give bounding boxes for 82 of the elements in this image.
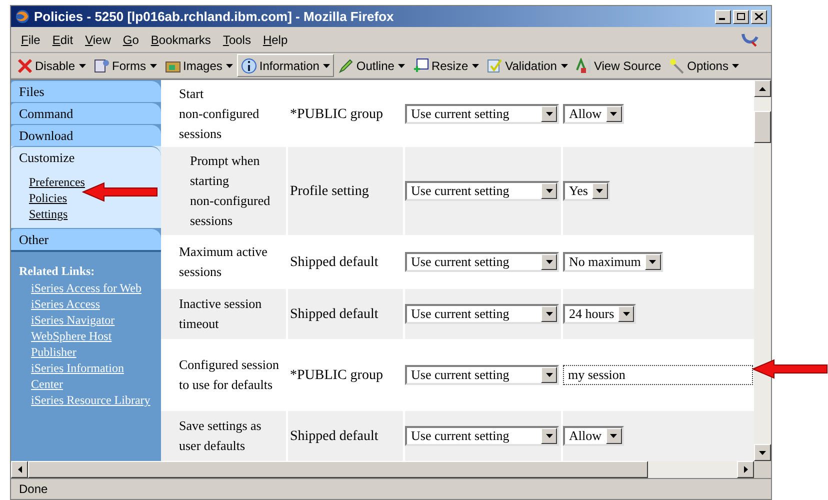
down-arrow-icon bbox=[759, 450, 766, 454]
toolbar-button[interactable]: Images bbox=[161, 54, 238, 77]
up-arrow-icon bbox=[759, 86, 766, 90]
setting-source: Shipped default bbox=[290, 428, 378, 446]
setting-label: Inactive session timeout bbox=[179, 295, 263, 333]
sidebar-link[interactable]: Settings bbox=[29, 206, 68, 222]
caret-icon bbox=[649, 260, 656, 264]
menu-item[interactable]: View bbox=[79, 30, 117, 48]
caret-icon bbox=[610, 112, 617, 116]
info-icon bbox=[241, 58, 258, 74]
menu-item[interactable]: Edit bbox=[46, 30, 80, 48]
action-select[interactable]: Use current setting bbox=[405, 426, 559, 446]
menu-item[interactable]: File bbox=[15, 30, 46, 48]
form-icon bbox=[94, 58, 110, 74]
window-title: Policies - 5250 [lp016ab.rchland.ibm.com] - Mozilla Firefox bbox=[34, 8, 394, 26]
toolbar-button[interactable]: Options bbox=[665, 54, 744, 77]
right-arrow-icon bbox=[744, 466, 748, 473]
scroll-thumb[interactable] bbox=[754, 111, 771, 143]
setting-source: Shipped default bbox=[290, 306, 378, 324]
toolbar-button[interactable]: Validation bbox=[483, 54, 572, 77]
toolbar-button[interactable]: Resize bbox=[409, 54, 484, 77]
menu-item[interactable]: Help bbox=[256, 30, 294, 48]
menu-item[interactable]: Go bbox=[116, 30, 145, 48]
value-select[interactable]: 24 hours bbox=[563, 304, 636, 324]
setting-label: Prompt when starting non-configured sessions bbox=[189, 152, 272, 230]
vertical-scrollbar[interactable] bbox=[754, 80, 771, 461]
caret-icon bbox=[546, 189, 552, 193]
wand-icon bbox=[669, 58, 686, 74]
pencil-icon bbox=[338, 58, 354, 74]
action-select[interactable]: Use current setting bbox=[405, 104, 559, 124]
maximize-button[interactable] bbox=[733, 10, 749, 24]
menu-item[interactable]: Tools bbox=[216, 30, 257, 48]
close-icon bbox=[755, 13, 763, 20]
value-select[interactable]: Allow bbox=[563, 426, 624, 446]
sidebar-tab[interactable]: Files bbox=[11, 80, 161, 102]
caret-icon bbox=[546, 312, 552, 316]
toolbar-button[interactable]: Forms bbox=[90, 54, 162, 77]
toolbar-button[interactable]: Outline bbox=[334, 54, 410, 77]
setting-label: Save settings as user defaults bbox=[179, 417, 262, 455]
toolbar-button[interactable]: Information bbox=[237, 54, 334, 77]
sidebar-tab[interactable]: Other bbox=[11, 228, 161, 250]
action-select[interactable]: Use current setting bbox=[405, 304, 559, 324]
resize-icon bbox=[413, 58, 430, 74]
setting-source: Profile setting bbox=[290, 182, 369, 200]
setting-source: *PUBLIC group bbox=[290, 106, 383, 124]
close-button[interactable] bbox=[751, 10, 767, 24]
setting-source: *PUBLIC group bbox=[290, 366, 383, 384]
maximize-icon bbox=[737, 13, 745, 20]
action-select[interactable]: Use current setting bbox=[405, 181, 559, 201]
minimize-button[interactable] bbox=[715, 10, 731, 24]
horizontal-scrollbar[interactable] bbox=[11, 461, 754, 478]
status-text: Done bbox=[19, 481, 48, 498]
value-select[interactable]: Yes bbox=[563, 181, 610, 201]
caret-icon bbox=[546, 112, 552, 116]
sidebar-tab[interactable]: Command bbox=[11, 102, 161, 124]
toolbar-button[interactable]: Disable bbox=[13, 54, 90, 77]
value-field[interactable]: my session bbox=[563, 365, 753, 385]
caret-icon bbox=[596, 189, 604, 193]
setting-label: Maximum active sessions bbox=[179, 243, 268, 281]
toolbar-button[interactable]: View Source bbox=[572, 54, 666, 77]
action-select[interactable]: Use current setting bbox=[405, 252, 559, 272]
checkmark-icon bbox=[487, 58, 504, 74]
action-select[interactable]: Use current setting bbox=[405, 365, 559, 385]
source-icon bbox=[576, 58, 592, 74]
value-select[interactable]: No maximum bbox=[563, 252, 663, 272]
sidebar-link[interactable]: Policies bbox=[29, 190, 67, 206]
sidebar-tab[interactable]: Download bbox=[11, 124, 161, 146]
setting-label: Start non-configured sessions bbox=[179, 85, 260, 143]
globe-icon bbox=[15, 9, 30, 24]
setting-label: Configured session to use for defaults bbox=[179, 356, 280, 394]
left-arrow-icon bbox=[18, 466, 22, 473]
caret-icon bbox=[610, 434, 617, 438]
caret-icon bbox=[546, 373, 552, 377]
caret-icon bbox=[546, 260, 552, 264]
related-links-heading: Related Links: bbox=[19, 263, 96, 280]
cross-icon bbox=[17, 58, 33, 74]
sidebar-link[interactable]: Preferences bbox=[29, 174, 85, 190]
setting-source: Shipped default bbox=[290, 254, 378, 272]
menu-item[interactable]: Bookmarks bbox=[144, 30, 217, 48]
caret-icon bbox=[622, 312, 630, 316]
caret-icon bbox=[546, 434, 552, 438]
value-select[interactable]: Allow bbox=[563, 104, 624, 124]
